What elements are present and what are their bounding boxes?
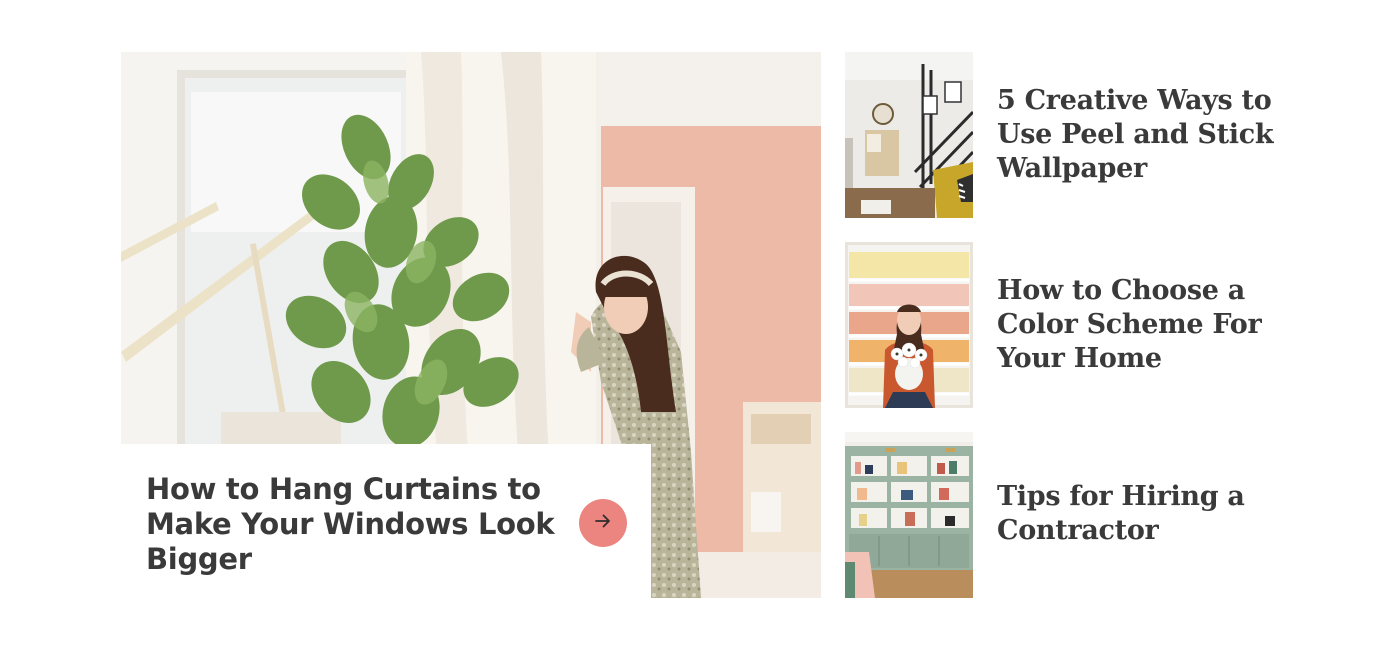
arrow-right-icon xyxy=(592,510,614,537)
side-article-thumbnail[interactable] xyxy=(845,242,973,408)
read-more-button[interactable] xyxy=(579,499,627,547)
side-article-card[interactable]: 5 Creative Ways to Use Peel and Stick Wa… xyxy=(845,52,1305,218)
side-article-card[interactable]: Tips for Hiring a Contractor xyxy=(845,432,1305,598)
featured-article-title[interactable]: How to Hang Curtains to Make Your Window… xyxy=(146,472,556,577)
featured-article-card[interactable]: How to Hang Curtains to Make Your Window… xyxy=(121,52,821,598)
side-article-title[interactable]: How to Choose a Color Scheme For Your Ho… xyxy=(997,274,1287,376)
featured-article-caption: How to Hang Curtains to Make Your Window… xyxy=(121,444,651,598)
side-article-thumbnail[interactable] xyxy=(845,52,973,218)
side-article-title[interactable]: 5 Creative Ways to Use Peel and Stick Wa… xyxy=(997,84,1287,186)
side-article-thumbnail[interactable] xyxy=(845,432,973,598)
side-article-card[interactable]: How to Choose a Color Scheme For Your Ho… xyxy=(845,242,1305,408)
side-article-title[interactable]: Tips for Hiring a Contractor xyxy=(997,480,1287,548)
